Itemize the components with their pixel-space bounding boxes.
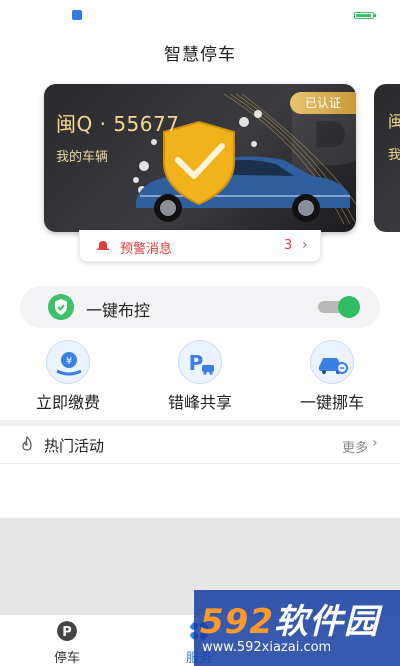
watermark-url: www.592xiazai.com: [202, 640, 332, 655]
watermark-brand: 592软件园: [200, 602, 379, 642]
feature-label: 立即缴费: [35, 393, 100, 412]
control-label: 一键布控: [86, 301, 151, 320]
warning-message-bar[interactable]: 预警消息 3 ›: [79, 230, 321, 262]
more-link[interactable]: 更多: [342, 437, 368, 456]
vehicle-subtitle: 我的车辆: [56, 150, 109, 165]
nav-label: 停车: [53, 651, 80, 666]
next-card-plate: 闽: [388, 112, 400, 131]
license-plate: 闽Q · 55677: [56, 112, 180, 136]
parking-share-icon: P: [178, 340, 222, 384]
shield-icon: [48, 294, 74, 320]
alarm-icon: [97, 241, 109, 250]
control-toggle[interactable]: [318, 296, 360, 318]
hot-activity-title: 热门活动: [44, 437, 105, 455]
nav-item-parking[interactable]: P 停车: [32, 621, 102, 666]
vehicle-card[interactable]: P 闽Q · 55677 我的车辆 已认证: [44, 84, 356, 232]
feature-pay[interactable]: ¥ 立即缴费: [18, 340, 118, 412]
flame-icon: [22, 436, 32, 451]
chevron-right-icon[interactable]: ›: [372, 435, 378, 451]
verified-badge: 已认证: [290, 92, 356, 114]
svg-text:P: P: [62, 625, 72, 640]
notification-icon: [72, 10, 82, 20]
payment-icon: ¥: [46, 340, 90, 384]
next-vehicle-card[interactable]: 闽 我: [374, 84, 400, 232]
feature-label: 错峰共享: [167, 393, 232, 412]
site-watermark-logo: 592软件园 www.592xiazai.com: [194, 590, 400, 666]
status-bar: [0, 0, 400, 28]
move-car-icon: [310, 340, 354, 384]
one-key-control-row: 一键布控: [20, 286, 380, 328]
svg-text:P: P: [189, 351, 204, 375]
next-card-subtitle: 我: [388, 148, 400, 163]
warning-count: 3: [284, 238, 293, 253]
battery-icon: [354, 12, 376, 19]
svg-text:¥: ¥: [66, 356, 72, 367]
toggle-knob: [338, 296, 360, 318]
page-title: 智慧停车: [164, 45, 236, 65]
feature-move-car[interactable]: 一键挪车: [282, 340, 382, 412]
chevron-right-icon: ›: [302, 237, 308, 253]
parking-icon: P: [57, 621, 77, 641]
hot-activity-header: 热门活动 更多 ›: [0, 426, 400, 464]
warning-label: 预警消息: [120, 242, 173, 257]
feature-share[interactable]: P 错峰共享: [150, 340, 250, 412]
feature-label: 一键挪车: [299, 393, 364, 412]
